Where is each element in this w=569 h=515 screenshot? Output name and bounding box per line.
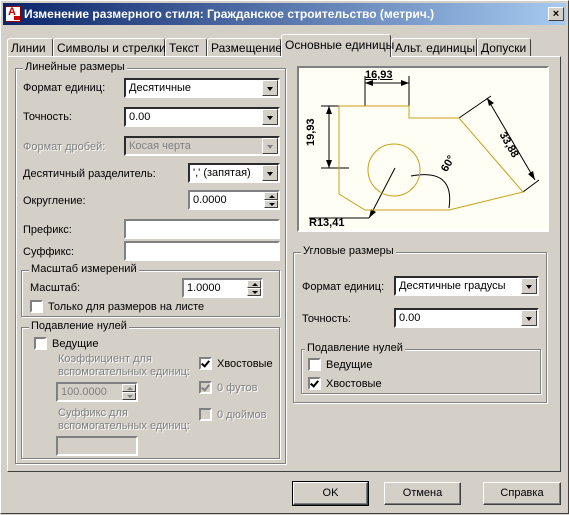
scale-factor-value: 1.0000 — [187, 282, 221, 294]
zero-inches-label: 0 дюймов — [217, 408, 267, 421]
checkbox-icon[interactable] — [308, 358, 321, 371]
spin-down-icon — [122, 392, 136, 400]
chevron-down-icon[interactable] — [521, 278, 537, 294]
ok-button[interactable]: OK — [292, 481, 369, 506]
fraction-format-select[interactable]: Косая черта — [124, 136, 280, 156]
round-off-label: Округление: — [23, 195, 86, 207]
dimension-radius-text: R13,41 — [309, 217, 345, 229]
layout-only-checkbox[interactable]: Только для размеров на листе — [30, 300, 204, 313]
zero-inches-checkbox[interactable]: 0 дюймов — [199, 408, 267, 421]
prefix-label: Префикс: — [23, 224, 72, 236]
spin-down-icon[interactable] — [247, 288, 261, 296]
zero-suppression-linear-title: Подавление нулей — [29, 320, 129, 332]
checkbox-icon — [199, 408, 212, 421]
angular-leading-label: Ведущие — [326, 358, 373, 371]
angular-leading-checkbox[interactable]: Ведущие — [308, 358, 372, 371]
subunit-suffix-input[interactable] — [56, 436, 138, 456]
zero-suppression-angular-title: Подавление нулей — [305, 342, 405, 354]
spin-down-icon[interactable] — [264, 200, 278, 208]
cancel-button[interactable]: Отмена — [384, 482, 461, 505]
angular-unit-format-value: Десятичные градусы — [399, 280, 506, 292]
subunit-factor-value: 100.0000 — [61, 386, 107, 398]
round-off-spinner[interactable]: 0.0000 — [188, 190, 280, 210]
precision-value: 0.00 — [129, 111, 151, 123]
subunit-suffix-label-line1: Суффикс для — [58, 407, 128, 419]
dimension-style-dialog: Изменение размерного стиля: Гражданское … — [0, 0, 569, 514]
chevron-down-icon[interactable] — [262, 80, 278, 96]
precision-select[interactable]: 0.00 — [124, 107, 280, 127]
zero-feet-label: 0 футов — [217, 381, 258, 394]
subunit-factor-spinner[interactable]: 100.0000 — [56, 382, 138, 402]
checkbox-checked-icon — [199, 381, 212, 394]
angular-precision-value: 0.00 — [399, 312, 421, 324]
angular-trailing-label: Хвостовые — [326, 377, 382, 390]
checkbox-checked-icon[interactable] — [308, 377, 321, 390]
round-off-value: 0.0000 — [193, 194, 227, 206]
prefix-input[interactable] — [124, 219, 280, 239]
linear-trailing-label: Хвостовые — [217, 357, 273, 370]
chevron-down-icon[interactable] — [521, 310, 537, 326]
preview-part-outline — [338, 105, 524, 211]
dimension-left-text: 19,93 — [305, 118, 317, 146]
unit-format-value: Десятичные — [129, 82, 192, 94]
linear-leading-label: Ведущие — [52, 337, 99, 350]
subunit-factor-label-line2: вспомогательных единиц: — [58, 366, 190, 378]
angular-precision-select[interactable]: 0.00 — [394, 308, 539, 328]
suffix-label: Суффикс: — [23, 246, 75, 258]
angular-unit-format-label: Формат единиц: — [302, 281, 385, 293]
subunit-factor-label-line1: Коэффициент для — [58, 353, 152, 365]
checkbox-checked-icon[interactable] — [199, 357, 212, 370]
layout-only-label: Только для размеров на листе — [48, 300, 205, 313]
angular-precision-label: Точность: — [302, 313, 351, 325]
angular-trailing-checkbox[interactable]: Хвостовые — [308, 377, 382, 390]
unit-format-label: Формат единиц: — [23, 82, 106, 94]
angular-unit-format-select[interactable]: Десятичные градусы — [394, 276, 539, 296]
decimal-separator-select[interactable]: ',' (запятая) — [188, 163, 280, 183]
decimal-separator-value: ',' (запятая) — [193, 167, 251, 179]
checkbox-icon[interactable] — [30, 300, 43, 313]
fraction-format-value: Косая черта — [129, 140, 191, 152]
spin-up-icon[interactable] — [247, 280, 261, 288]
spin-up-icon — [122, 384, 136, 392]
subunit-suffix-label-line2: вспомогательных единиц: — [58, 420, 190, 432]
preview-panel: 16,93 19,93 33,88 60° R13,41 — [297, 66, 549, 232]
scale-factor-spinner[interactable]: 1.0000 — [182, 278, 263, 298]
scale-factor-label: Масштаб: — [30, 282, 81, 294]
measurement-scale-title: Масштаб измерений — [29, 263, 139, 275]
decimal-separator-label: Десятичный разделитель: — [23, 168, 156, 180]
dimension-top-text: 16,93 — [365, 69, 393, 81]
unit-format-select[interactable]: Десятичные — [124, 78, 280, 98]
chevron-down-icon[interactable] — [262, 109, 278, 125]
linear-trailing-checkbox[interactable]: Хвостовые — [199, 357, 273, 370]
help-button[interactable]: Справка — [483, 482, 561, 505]
linear-leading-checkbox[interactable]: Ведущие — [34, 337, 98, 350]
zero-feet-checkbox[interactable]: 0 футов — [199, 381, 257, 394]
fraction-format-label: Формат дробей: — [23, 141, 106, 153]
suffix-input[interactable] — [124, 241, 280, 261]
checkbox-icon[interactable] — [34, 337, 47, 350]
precision-label: Точность: — [23, 111, 72, 123]
spin-up-icon[interactable] — [264, 192, 278, 200]
chevron-down-icon — [262, 138, 278, 154]
chevron-down-icon[interactable] — [262, 165, 278, 181]
